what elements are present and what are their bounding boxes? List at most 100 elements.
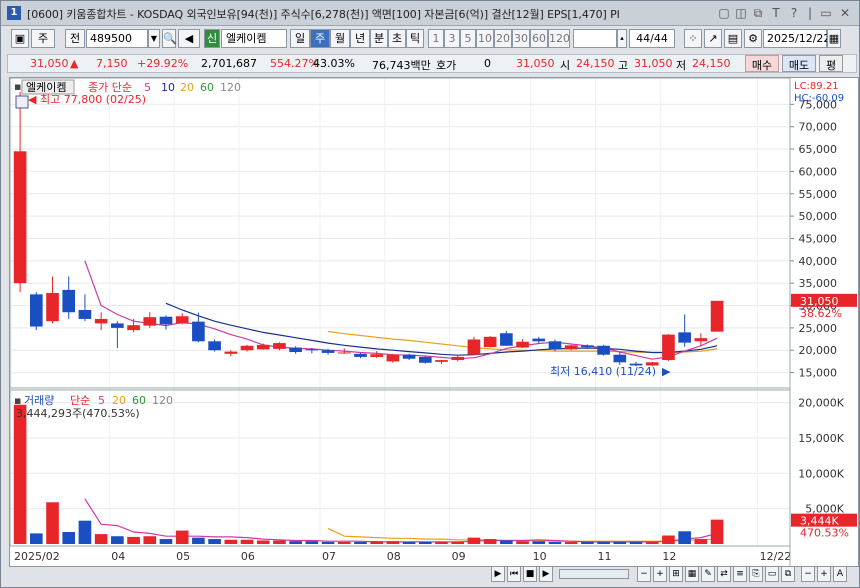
vol-ma20-line bbox=[327, 527, 718, 542]
compare-icon[interactable]: ⇄ bbox=[717, 566, 731, 582]
num-120[interactable]: 120 bbox=[548, 29, 570, 48]
restore-icon[interactable]: ▢ bbox=[717, 6, 731, 20]
chart-svg[interactable]: 75,00070,00065,00060,00055,00050,00045,0… bbox=[9, 77, 858, 566]
scroll-right-icon[interactable]: ▶ bbox=[491, 566, 505, 582]
candle-body bbox=[240, 345, 254, 351]
volume-bar bbox=[516, 541, 529, 544]
avg-button[interactable]: 평 bbox=[819, 55, 843, 72]
period-year[interactable]: 년 bbox=[350, 29, 370, 48]
volume-bar bbox=[62, 531, 76, 544]
export-icon[interactable]: ⎘ bbox=[749, 566, 763, 582]
period-day[interactable]: 일 bbox=[290, 29, 310, 48]
candle-body bbox=[94, 318, 108, 324]
hc-indicator: HC:-60.09 bbox=[794, 93, 844, 104]
plus-icon[interactable]: + bbox=[817, 566, 831, 582]
save-icon[interactable]: ▤ bbox=[724, 29, 742, 48]
volume-bar bbox=[662, 535, 675, 544]
date-input[interactable]: 2025/12/22 bbox=[763, 29, 830, 48]
num-10[interactable]: 10 bbox=[476, 29, 494, 48]
period-minute[interactable]: 분 bbox=[370, 29, 388, 48]
trade-amount: 76,743백만 bbox=[372, 59, 431, 72]
num-60[interactable]: 60 bbox=[530, 29, 548, 48]
code-input[interactable]: 489500 bbox=[86, 29, 148, 48]
scroll-track[interactable] bbox=[559, 569, 629, 579]
price-tick-label: 70,000 bbox=[799, 121, 838, 134]
speaker-icon[interactable]: ◀ bbox=[178, 29, 200, 48]
candle-body bbox=[143, 317, 157, 326]
candle-body bbox=[548, 341, 562, 350]
table-icon[interactable]: ▦ bbox=[685, 566, 699, 582]
price-tick-label: 60,000 bbox=[799, 165, 838, 178]
num-5[interactable]: 5 bbox=[460, 29, 476, 48]
calendar-icon[interactable] bbox=[15, 95, 29, 109]
period-input[interactable] bbox=[573, 29, 617, 48]
play-icon[interactable]: ▶ bbox=[539, 566, 553, 582]
volume-bar bbox=[418, 541, 432, 544]
buy-button[interactable]: 매수 bbox=[745, 55, 779, 72]
period-tick[interactable]: 틱 bbox=[406, 29, 424, 48]
volume-bar bbox=[46, 502, 59, 544]
x-tick-label: 12/22 bbox=[760, 550, 792, 563]
legend-ma60: 60 bbox=[200, 81, 214, 94]
zoom-out-icon[interactable]: − bbox=[637, 566, 651, 582]
x-tick-label: 08 bbox=[387, 550, 401, 563]
calendar-icon[interactable]: ▦ bbox=[827, 29, 841, 48]
price-up-icon: ▲ bbox=[70, 57, 79, 70]
layout-icon[interactable]: ▭ bbox=[765, 566, 779, 582]
minimize-icon[interactable]: ▭ bbox=[819, 6, 833, 20]
candle-body bbox=[159, 316, 173, 325]
candle-body bbox=[662, 334, 675, 361]
help-icon[interactable]: ? bbox=[787, 6, 801, 20]
vol-tick-label: 15,000K bbox=[798, 432, 844, 445]
candle-body bbox=[532, 338, 546, 342]
volume-bar bbox=[564, 541, 578, 544]
volume-bar bbox=[111, 536, 124, 544]
split-icon[interactable]: ◫ bbox=[734, 6, 748, 20]
num-3[interactable]: 3 bbox=[444, 29, 460, 48]
candle-body bbox=[500, 333, 513, 346]
align-icon[interactable]: ≡ bbox=[733, 566, 747, 582]
candle-body bbox=[483, 336, 497, 348]
lc-indicator: LC:89.21 bbox=[794, 81, 839, 92]
volume-bar bbox=[710, 519, 724, 544]
step-back-icon[interactable]: ⏮ bbox=[507, 566, 521, 582]
close-icon[interactable]: ✕ bbox=[838, 6, 852, 20]
text-icon[interactable]: T bbox=[769, 6, 783, 20]
volume-bar bbox=[337, 541, 351, 544]
layout-icon[interactable]: ▣ bbox=[11, 29, 29, 48]
chart-area[interactable]: 75,000 70,000 65,000 60,000 55,000 50,000 45,0… bbox=[9, 77, 859, 567]
window-number: 1 bbox=[7, 6, 21, 20]
candle-body bbox=[29, 294, 43, 327]
chart-icon[interactable]: ⊞ bbox=[669, 566, 683, 582]
price-tick-label: 15,000 bbox=[799, 367, 838, 380]
grid-icon[interactable]: ⁘ bbox=[684, 29, 702, 48]
num-30[interactable]: 30 bbox=[512, 29, 530, 48]
hoga-label: 호가 bbox=[436, 59, 457, 72]
stop-icon[interactable]: ■ bbox=[523, 566, 537, 582]
auto-icon[interactable]: A bbox=[833, 566, 847, 582]
gear-icon[interactable]: ⚙ bbox=[744, 29, 762, 48]
frame-icon[interactable]: ⧉ bbox=[781, 566, 795, 582]
trend-icon[interactable]: ↗ bbox=[704, 29, 722, 48]
minus-icon[interactable]: − bbox=[801, 566, 815, 582]
period-month[interactable]: 월 bbox=[330, 29, 350, 48]
period-spin-icon[interactable]: ▴ bbox=[617, 29, 627, 48]
zoom-in-icon[interactable]: + bbox=[653, 566, 667, 582]
period-second[interactable]: 초 bbox=[388, 29, 406, 48]
num-1[interactable]: 1 bbox=[428, 29, 444, 48]
period-week[interactable]: 주 bbox=[310, 29, 330, 48]
min-arrow-icon: ▶ bbox=[662, 365, 671, 378]
volume-bar bbox=[678, 531, 691, 544]
market-select[interactable]: 주 bbox=[31, 29, 55, 48]
link-icon[interactable]: ⧉ bbox=[751, 6, 765, 21]
volume-bar bbox=[13, 404, 27, 544]
code-type-button[interactable]: 전 bbox=[65, 29, 85, 48]
stock-name[interactable]: 엘케이켐 bbox=[221, 29, 287, 48]
code-dropdown-icon[interactable]: ▼ bbox=[148, 29, 160, 48]
sell-button[interactable]: 매도 bbox=[782, 55, 816, 72]
search-icon[interactable]: 🔍 bbox=[162, 29, 177, 48]
volume-bar bbox=[29, 533, 43, 544]
num-20[interactable]: 20 bbox=[494, 29, 512, 48]
legend-square-icon: ▪ bbox=[14, 80, 21, 93]
tool-icon[interactable]: ✎ bbox=[701, 566, 715, 582]
